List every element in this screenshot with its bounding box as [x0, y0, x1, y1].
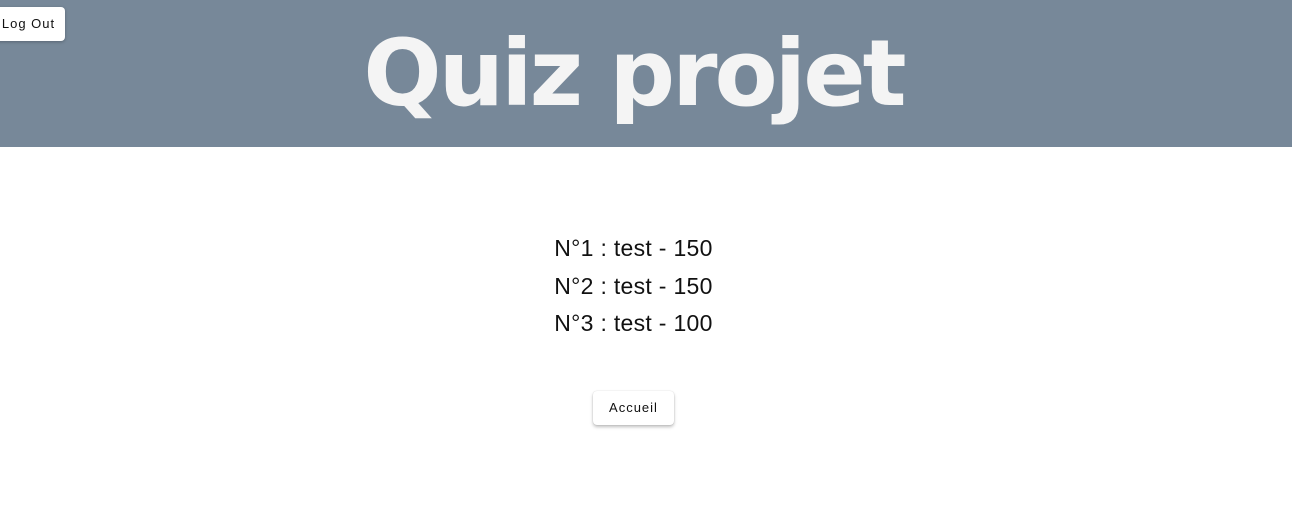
score-item: N°2 : test - 150 [554, 272, 713, 299]
score-list: N°1 : test - 150 N°2 : test - 150 N°3 : … [0, 230, 1267, 343]
page-title: Quiz projet [363, 20, 906, 127]
home-button[interactable]: Accueil [593, 391, 674, 425]
page-header: Quiz projet Log Out [0, 0, 1292, 147]
score-item: N°3 : test - 100 [554, 310, 713, 336]
score-item: N°1 : test - 150 [554, 235, 713, 261]
logout-button[interactable]: Log Out [0, 7, 65, 41]
